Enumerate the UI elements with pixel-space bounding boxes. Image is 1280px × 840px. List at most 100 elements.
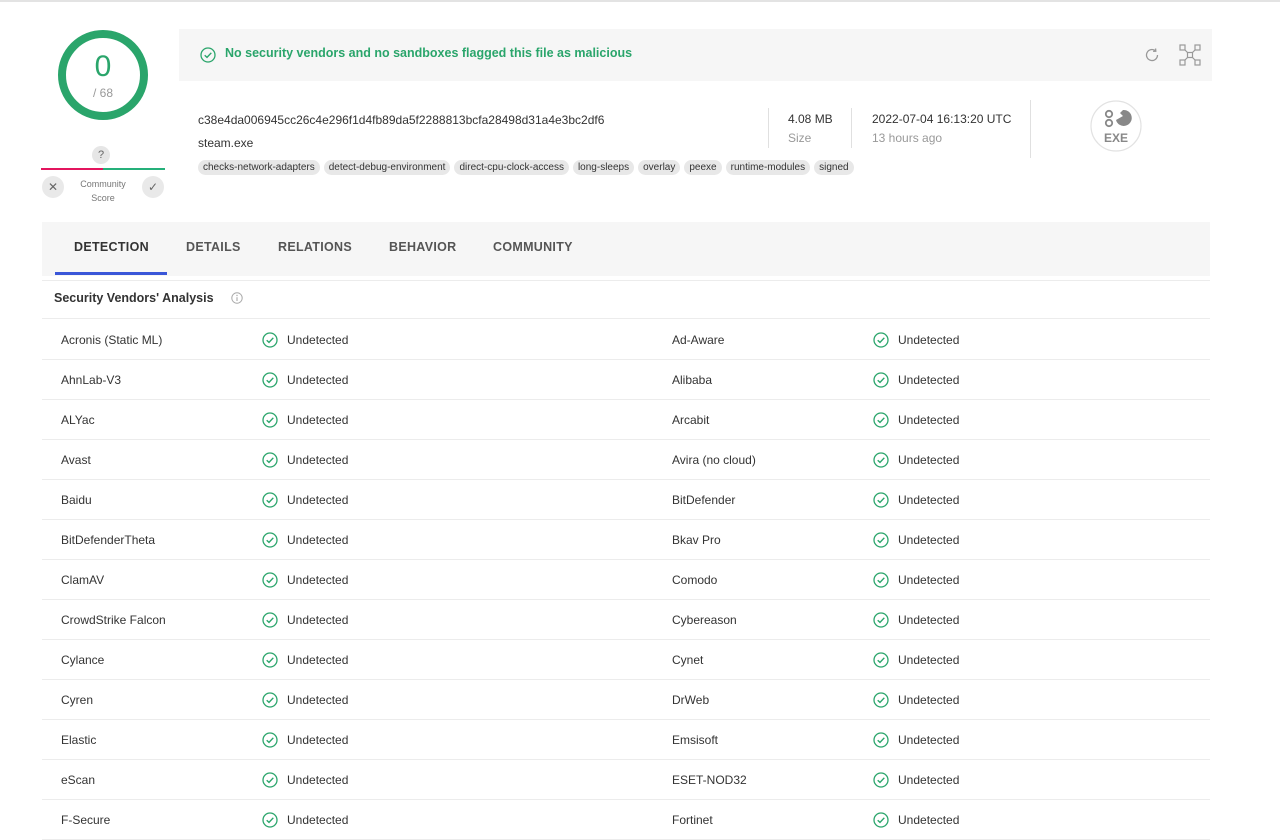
- vendor-name[interactable]: ESET-NOD32: [672, 773, 747, 787]
- vendor-result: Undetected: [287, 493, 349, 507]
- vendor-results-table: Acronis (Static ML) Undetected Ad-Aware …: [42, 320, 1210, 840]
- community-bar-harmless: [103, 168, 165, 170]
- community-label-line2: Score: [91, 193, 115, 203]
- vendor-result: Undetected: [898, 693, 960, 707]
- check-circle-icon: [262, 332, 278, 348]
- tag[interactable]: peexe: [684, 160, 722, 175]
- tag[interactable]: direct-cpu-clock-access: [454, 160, 569, 175]
- vendor-name[interactable]: Cybereason: [672, 613, 737, 627]
- vendor-name[interactable]: Arcabit: [672, 413, 709, 427]
- active-tab-indicator: [55, 272, 167, 275]
- vendor-result: Undetected: [287, 533, 349, 547]
- analysis-date-relative: 13 hours ago: [872, 131, 943, 145]
- info-icon[interactable]: [231, 292, 243, 304]
- table-row: F-Secure Undetected Fortinet Undetected: [42, 800, 1210, 840]
- vendor-name[interactable]: CrowdStrike Falcon: [61, 613, 166, 627]
- tag[interactable]: long-sleeps: [572, 160, 635, 175]
- info-divider: [768, 108, 769, 148]
- vendor-name[interactable]: Cylance: [61, 653, 104, 667]
- vendor-name[interactable]: Alibaba: [672, 373, 712, 387]
- info-divider: [1030, 100, 1031, 158]
- table-row: Elastic Undetected Emsisoft Undetected: [42, 720, 1210, 760]
- community-score-label: Community Score: [71, 177, 135, 205]
- vendor-name[interactable]: Ad-Aware: [672, 333, 724, 347]
- vendor-result: Undetected: [898, 773, 960, 787]
- check-circle-icon: [873, 732, 889, 748]
- tag[interactable]: signed: [814, 160, 854, 175]
- top-border: [0, 0, 1280, 2]
- check-circle-icon: [262, 772, 278, 788]
- table-row: Baidu Undetected BitDefender Undetected: [42, 480, 1210, 520]
- check-circle-icon: [200, 47, 216, 63]
- vendor-name[interactable]: Avast: [61, 453, 91, 467]
- table-row: eScan Undetected ESET-NOD32 Undetected: [42, 760, 1210, 800]
- vendor-name[interactable]: ClamAV: [61, 573, 104, 587]
- vendor-name[interactable]: DrWeb: [672, 693, 709, 707]
- graph-view-icon[interactable]: [1179, 44, 1201, 66]
- vendor-name[interactable]: Cynet: [672, 653, 703, 667]
- check-circle-icon: [873, 812, 889, 828]
- table-row: ClamAV Undetected Comodo Undetected: [42, 560, 1210, 600]
- analysis-date: 2022-07-04 16:13:20 UTC: [872, 112, 1012, 126]
- tab-details[interactable]: DETAILS: [186, 240, 241, 254]
- vendor-name[interactable]: Emsisoft: [672, 733, 718, 747]
- file-hash[interactable]: c38e4da006945cc26c4e296f1d4fb89da5f22888…: [198, 113, 604, 127]
- vendor-name[interactable]: eScan: [61, 773, 95, 787]
- vendor-name[interactable]: BitDefenderTheta: [61, 533, 155, 547]
- vendor-result: Undetected: [287, 773, 349, 787]
- check-circle-icon: [262, 812, 278, 828]
- vendor-result: Undetected: [898, 573, 960, 587]
- vendor-name[interactable]: Elastic: [61, 733, 96, 747]
- tag[interactable]: detect-debug-environment: [323, 160, 451, 175]
- vendor-name[interactable]: Comodo: [672, 573, 717, 587]
- close-icon: ✕: [47, 180, 59, 194]
- vendor-result: Undetected: [287, 733, 349, 747]
- check-circle-icon: [262, 412, 278, 428]
- table-row: AhnLab-V3 Undetected Alibaba Undetected: [42, 360, 1210, 400]
- tab-community[interactable]: COMMUNITY: [493, 240, 573, 254]
- vendor-result: Undetected: [898, 373, 960, 387]
- vendor-name[interactable]: Baidu: [61, 493, 92, 507]
- file-size-label: Size: [788, 131, 812, 145]
- exe-label: EXE: [1104, 131, 1128, 145]
- vendor-name[interactable]: Avira (no cloud): [672, 453, 756, 467]
- vendor-result: Undetected: [898, 733, 960, 747]
- tab-relations[interactable]: RELATIONS: [278, 240, 352, 254]
- vendor-name[interactable]: F-Secure: [61, 813, 110, 827]
- vendor-result: Undetected: [287, 373, 349, 387]
- exe-file-type-icon: EXE: [1090, 100, 1142, 152]
- engine-total: / 68: [92, 86, 113, 100]
- tag[interactable]: checks-network-adapters: [198, 160, 320, 175]
- vendor-name[interactable]: Cyren: [61, 693, 93, 707]
- vote-harmless-button[interactable]: ✓: [142, 176, 164, 198]
- info-divider: [851, 108, 852, 148]
- vendor-result: Undetected: [898, 453, 960, 467]
- vendor-result: Undetected: [898, 333, 960, 347]
- vendor-name[interactable]: Bkav Pro: [672, 533, 721, 547]
- tag[interactable]: runtime-modules: [725, 160, 811, 175]
- tab-detection[interactable]: DETECTION: [74, 240, 149, 254]
- verdict-banner: No security vendors and no sandboxes fla…: [179, 29, 1212, 81]
- vendor-name[interactable]: Fortinet: [672, 813, 713, 827]
- vendor-name[interactable]: ALYac: [61, 413, 95, 427]
- vote-malicious-button[interactable]: ✕: [42, 176, 64, 198]
- detection-score-ring: 0 / 68: [57, 29, 149, 121]
- check-circle-icon: [262, 692, 278, 708]
- check-circle-icon: [873, 452, 889, 468]
- check-circle-icon: [873, 772, 889, 788]
- check-circle-icon: [262, 452, 278, 468]
- vendor-name[interactable]: Acronis (Static ML): [61, 333, 162, 347]
- vendor-name[interactable]: AhnLab-V3: [61, 373, 121, 387]
- tag[interactable]: overlay: [638, 160, 681, 175]
- file-tags: checks-network-adapters detect-debug-env…: [198, 160, 854, 175]
- check-circle-icon: [873, 412, 889, 428]
- detection-count: 0: [94, 50, 112, 83]
- tab-behavior[interactable]: BEHAVIOR: [389, 240, 456, 254]
- vendor-result: Undetected: [287, 573, 349, 587]
- check-circle-icon: [873, 372, 889, 388]
- community-label-line1: Community: [80, 179, 126, 189]
- reanalyze-icon[interactable]: [1143, 46, 1161, 64]
- check-circle-icon: [262, 612, 278, 628]
- community-bar-malicious: [41, 168, 103, 170]
- vendor-name[interactable]: BitDefender: [672, 493, 735, 507]
